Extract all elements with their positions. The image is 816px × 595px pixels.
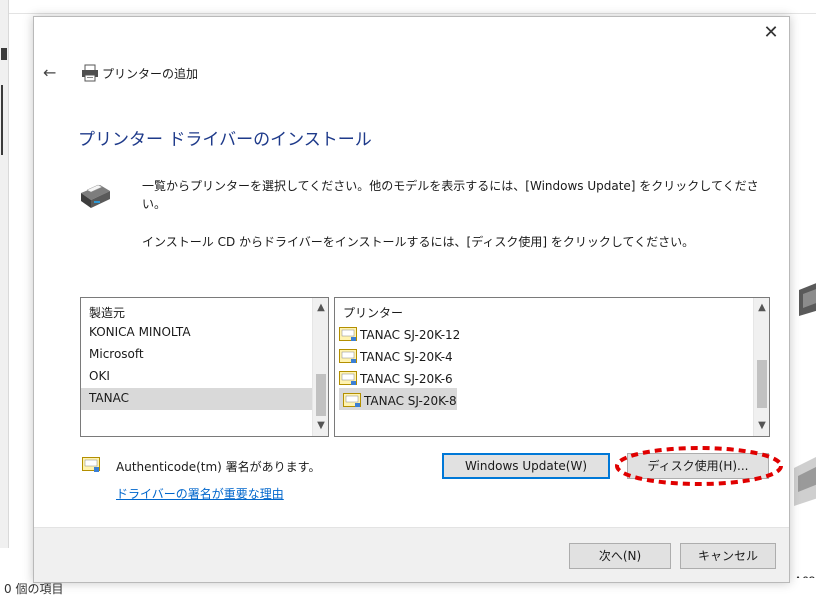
- scroll-up-icon[interactable]: ▲: [313, 300, 328, 316]
- scroll-up-icon[interactable]: ▲: [754, 300, 769, 316]
- add-printer-dialog: ✕ ← プリンターの追加 プリンター ドライバーのインストール 一覧からプリンタ…: [33, 16, 790, 583]
- scroll-down-icon[interactable]: ▼: [313, 418, 328, 434]
- printer-item[interactable]: TANAC SJ-20K-6: [335, 366, 769, 388]
- printer-scrollbar[interactable]: ▲ ▼: [753, 298, 769, 436]
- manufacturer-item-selected[interactable]: TANAC: [81, 388, 328, 410]
- printer-item-selected[interactable]: TANAC SJ-20K-8: [339, 388, 457, 410]
- close-button[interactable]: ✕: [761, 23, 781, 43]
- close-icon: ✕: [763, 22, 779, 43]
- windows-update-button[interactable]: Windows Update(W): [442, 453, 610, 479]
- manufacturer-item[interactable]: Microsoft: [81, 344, 328, 366]
- background-window-left-edge: [0, 0, 9, 548]
- manufacturer-listbox[interactable]: 製造元 KONICA MINOLTA Microsoft OKI TANAC ▲…: [80, 297, 329, 437]
- dialog-footer: [34, 527, 789, 582]
- scroll-down-icon[interactable]: ▼: [754, 418, 769, 434]
- dialog-title: プリンターの追加: [102, 67, 199, 81]
- driver-signing-link[interactable]: ドライバーの署名が重要な理由: [116, 485, 284, 502]
- inf-file-icon: [339, 327, 357, 341]
- disk-instruction-text: インストール CD からドライバーをインストールするには、[ディスク使用] をク…: [142, 235, 695, 249]
- printer-install-icon: [81, 184, 110, 208]
- background-printer-icon: [799, 283, 816, 316]
- printer-listbox[interactable]: プリンター TANAC SJ-20K-12 TANAC SJ-20K-4 TAN…: [334, 297, 770, 437]
- cancel-button[interactable]: キャンセル: [680, 543, 776, 569]
- inf-file-icon: [339, 371, 357, 385]
- background-icon: [1, 48, 7, 60]
- instruction-text: 一覧からプリンターを選択してください。他のモデルを表示するには、[Windows…: [142, 179, 759, 211]
- back-arrow-icon: ←: [43, 63, 57, 82]
- printer-item-label: TANAC SJ-20K-6: [360, 371, 453, 386]
- printer-item[interactable]: TANAC SJ-20K-12: [335, 322, 769, 344]
- manufacturer-item[interactable]: KONICA MINOLTA: [81, 322, 328, 344]
- background-divider: [1, 85, 3, 155]
- manufacturer-list-header: 製造元: [89, 306, 126, 320]
- signature-status: Authenticode(tm) 署名があります。: [116, 460, 321, 474]
- back-button[interactable]: ←: [43, 64, 61, 82]
- certificate-icon: [82, 457, 100, 472]
- scroll-thumb[interactable]: [316, 374, 326, 416]
- inf-file-icon: [339, 349, 357, 363]
- printer-item-label: TANAC SJ-20K-8: [364, 393, 457, 408]
- printer-item[interactable]: TANAC SJ-20K-4: [335, 344, 769, 366]
- printer-list-header: プリンター: [343, 306, 404, 320]
- printer-item-label: TANAC SJ-20K-4: [360, 349, 453, 364]
- next-button[interactable]: 次へ(N): [569, 543, 671, 569]
- inf-file-icon: [343, 393, 361, 407]
- background-window-top: [0, 0, 816, 14]
- printer-icon: [82, 64, 98, 82]
- page-heading: プリンター ドライバーのインストール: [78, 130, 372, 150]
- scroll-thumb[interactable]: [757, 360, 767, 408]
- manufacturer-item[interactable]: OKI: [81, 366, 328, 388]
- have-disk-button[interactable]: ディスク使用(H)...: [627, 453, 769, 479]
- manufacturer-scrollbar[interactable]: ▲ ▼: [312, 298, 328, 436]
- printer-item-label: TANAC SJ-20K-12: [360, 327, 461, 342]
- background-printer-icon: [794, 457, 816, 506]
